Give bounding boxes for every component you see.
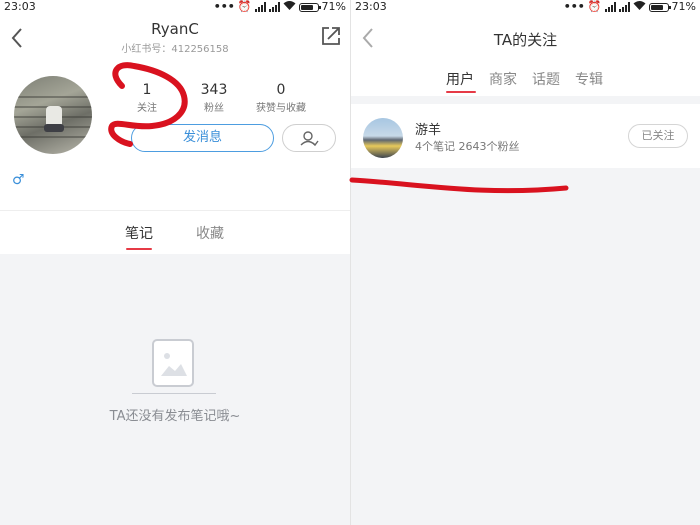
following-screen: 23:03 ••• ⏰ 71% TA的关注 用户 商家 话题 专辑 游羊 4个笔… xyxy=(351,0,700,525)
status-bar-right: 23:03 ••• ⏰ 71% xyxy=(351,0,700,15)
followers-stat[interactable]: 343 粉丝 xyxy=(179,82,249,114)
status-time: 23:03 xyxy=(4,0,36,13)
alarm-icon: ⏰ xyxy=(237,0,252,13)
following-tabs: 用户 商家 话题 专辑 xyxy=(351,60,700,96)
gender-male-icon: ♂ xyxy=(12,172,25,188)
tab-notes[interactable]: 笔记 xyxy=(125,223,153,243)
user-check-icon xyxy=(300,131,319,147)
user-meta: 4个笔记 2643个粉丝 xyxy=(415,140,520,153)
battery-icon xyxy=(648,2,671,12)
page-title: RyanC xyxy=(151,20,199,38)
following-label: 关注 xyxy=(137,103,157,114)
profile-tabs: 笔记 收藏 xyxy=(0,210,350,254)
followers-count: 343 xyxy=(200,82,228,98)
tab-merchants[interactable]: 商家 xyxy=(489,69,517,89)
active-tab-indicator xyxy=(446,91,476,93)
list-item[interactable]: 游羊 4个笔记 2643个粉丝 已关注 xyxy=(351,104,700,168)
avatar[interactable] xyxy=(14,76,92,154)
wifi-icon xyxy=(283,0,296,14)
empty-notes-icon xyxy=(152,339,194,387)
followers-label: 粉丝 xyxy=(204,103,224,114)
signal-icon xyxy=(604,2,616,12)
status-bar: 23:03 ••• ⏰ 71% xyxy=(0,0,350,15)
signal-icon-2 xyxy=(268,2,280,12)
user-name: 游羊 xyxy=(415,123,442,138)
battery-icon xyxy=(298,2,321,12)
following-header: TA的关注 xyxy=(351,15,700,60)
share-icon xyxy=(322,27,340,45)
signal-icon xyxy=(254,2,266,12)
signal-icon-2 xyxy=(618,2,630,12)
tab-collections[interactable]: 收藏 xyxy=(196,223,224,243)
alarm-icon: ⏰ xyxy=(587,0,602,13)
follow-button[interactable] xyxy=(282,124,336,152)
profile-card: 1 关注 343 粉丝 0 获赞与收藏 发消息 ♂ xyxy=(0,60,350,210)
battery-percent: 71% xyxy=(321,0,346,13)
battery-percent: 71% xyxy=(671,0,696,13)
more-dots-icon: ••• xyxy=(213,0,235,13)
user-avatar[interactable] xyxy=(363,118,403,158)
page-title: TA的关注 xyxy=(493,31,558,49)
following-count: 1 xyxy=(142,82,152,98)
share-button[interactable] xyxy=(320,25,342,47)
status-icons: ••• ⏰ 71% xyxy=(214,0,346,14)
status-icons: ••• ⏰ 71% xyxy=(564,0,696,14)
empty-state-text: TA还没有发布笔记哦~ xyxy=(109,409,241,424)
tab-albums[interactable]: 专辑 xyxy=(575,69,603,89)
tab-users[interactable]: 用户 xyxy=(446,69,474,89)
empty-state-divider xyxy=(132,393,216,394)
following-stat[interactable]: 1 关注 xyxy=(112,82,182,114)
tab-topics[interactable]: 话题 xyxy=(532,69,560,89)
active-tab-indicator xyxy=(126,248,152,250)
profile-header: RyanC 小红书号：412256158 xyxy=(0,15,350,60)
likes-count: 0 xyxy=(276,82,286,98)
send-message-button[interactable]: 发消息 xyxy=(131,124,274,152)
likes-stat[interactable]: 0 获赞与收藏 xyxy=(246,82,316,114)
likes-label: 获赞与收藏 xyxy=(256,103,306,114)
user-id: 小红书号：412256158 xyxy=(121,44,229,55)
more-dots-icon: ••• xyxy=(563,0,585,13)
followed-button[interactable]: 已关注 xyxy=(628,124,688,148)
status-time: 23:03 xyxy=(355,0,387,13)
profile-screen: 23:03 ••• ⏰ 71% RyanC 小红书号：412256158 1 关… xyxy=(0,0,350,525)
wifi-icon xyxy=(633,0,646,14)
